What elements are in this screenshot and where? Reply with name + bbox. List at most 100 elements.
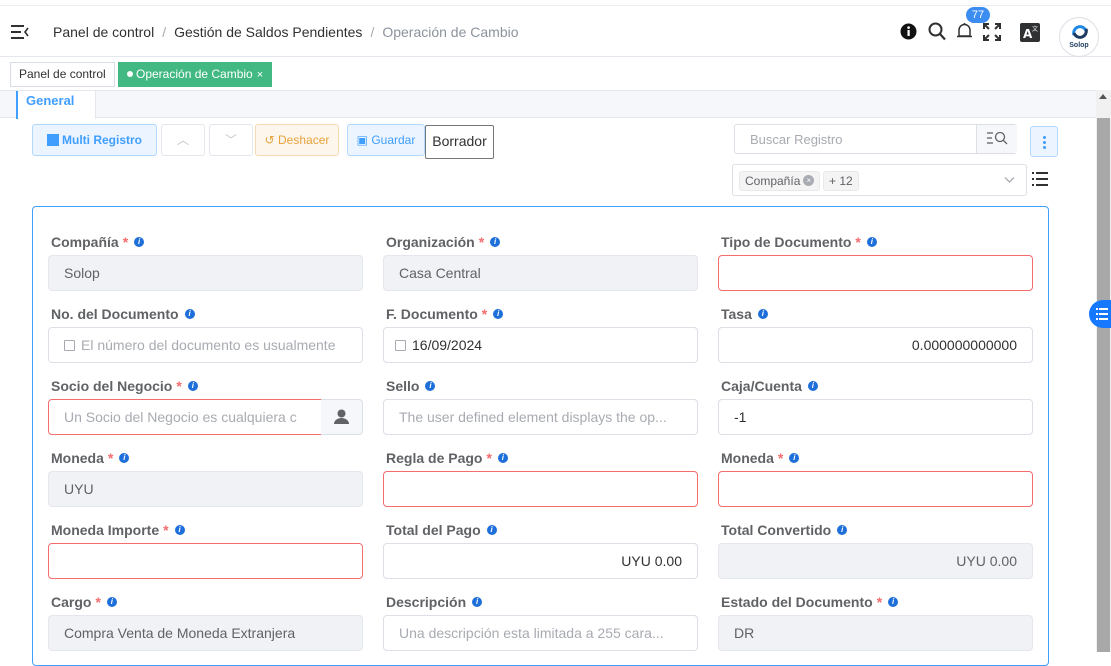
description-label: Descripción i [386,594,483,610]
info-icon[interactable]: i [134,237,145,247]
side-panel-toggle[interactable] [1089,300,1111,328]
undo-button[interactable]: ↺ Deshacer [255,124,339,156]
doc-no-label: No. del Documento i [51,306,195,322]
company-field: Solop [48,255,363,291]
scrollbar[interactable] [1096,90,1111,652]
tag-exchange-operation[interactable]: Operación de Cambio × [118,62,273,87]
currency-label: Moneda * i [51,450,130,466]
bell-icon[interactable] [956,22,973,41]
chevron-down-icon: ﹀ [224,133,237,147]
calendar-icon [395,339,406,351]
chevron-up-icon: ︿ [176,133,189,147]
bpartner-input[interactable]: Un Socio del Negocio es cualquiera c [48,399,322,435]
info-icon[interactable]: i [187,381,198,391]
undo-icon: ↺ [264,133,279,147]
currency-field: UYU [48,471,363,507]
currency2-select[interactable] [718,471,1033,507]
previous-record-button[interactable]: ︿ [161,124,205,156]
breadcrumb: Panel de control / Gestión de Saldos Pendi… [53,24,519,40]
amount-currency-select[interactable] [48,543,363,579]
info-icon[interactable]: i [837,525,848,535]
stamp-input[interactable]: The user defined element displays the op… [383,399,698,435]
undo-label: Deshacer [278,133,330,147]
menu-toggle-icon[interactable] [11,24,29,40]
svg-text:文: 文 [1032,25,1038,33]
app-header: Panel de control / Gestión de Saldos Pendi… [0,7,1111,57]
info-icon[interactable]: i [789,453,800,463]
info-icon[interactable]: i [807,381,818,391]
info-icon[interactable]: i [486,525,497,535]
doc-date-label: F. Documento * i [386,306,504,322]
chip-close-icon[interactable]: × [803,175,815,187]
info-icon[interactable]: i [472,597,483,607]
doc-type-select[interactable] [718,255,1033,291]
filter-select[interactable]: Compañía × + 12 [732,164,1027,196]
cash-account-label: Caja/Cuenta i [721,378,818,394]
info-icon[interactable]: i [184,309,195,319]
language-icon[interactable]: A 文 [1020,23,1040,42]
doc-status-label: Estado del Documento * i [721,594,899,610]
search-button[interactable] [976,125,1017,153]
info-icon[interactable]: i [888,597,899,607]
charge-label: Cargo * i [51,594,117,610]
doc-date-input[interactable]: 16/09/2024 [383,327,698,363]
save-label: Guardar [371,133,416,147]
save-icon: ▣ [356,133,372,147]
rate-input[interactable]: 0.000000000000 [718,327,1033,363]
breadcrumb-item-dashboard[interactable]: Panel de control [53,24,154,40]
amount-currency-label: Moneda Importe * i [51,522,185,538]
info-icon[interactable]: i [493,309,504,319]
avatar-label: Solop [1069,42,1089,49]
info-icon[interactable]: i [490,237,501,247]
cash-account-input[interactable]: -1 [718,399,1033,435]
next-record-button[interactable]: ﹀ [209,124,253,156]
scroll-thumb[interactable] [1097,118,1110,652]
fullscreen-icon[interactable] [983,23,1001,41]
more-options-button[interactable] [1030,126,1058,157]
user-icon [334,409,349,424]
filter-chip-more: + 12 [823,171,859,191]
total-converted-field: UYU 0.00 [718,543,1033,579]
close-tag-icon[interactable]: × [257,69,263,81]
tag-dashboard-label: Panel de control [19,67,106,81]
payment-rule-select[interactable] [383,471,698,507]
info-icon[interactable]: i [106,597,117,607]
multi-record-label: Multi Registro [62,133,142,147]
info-icon[interactable]: i [119,453,130,463]
rate-label: Tasa i [721,306,768,322]
info-icon[interactable]: i [497,453,508,463]
tab-general[interactable]: General [16,91,96,119]
notification-badge: 77 [966,7,990,23]
stamp-label: Sello i [386,378,436,394]
top-edge [0,0,1111,6]
breadcrumb-item-balances[interactable]: Gestión de Saldos Pendientes [174,24,362,40]
filter-chip-label: Compañía [745,174,801,188]
description-input[interactable]: Una descripción esta limitada a 255 cara… [383,615,698,651]
info-icon[interactable]: i [425,381,436,391]
save-button[interactable]: ▣ Guardar [347,124,425,156]
info-icon[interactable]: i [757,309,768,319]
search-box [734,124,1017,154]
info-icon[interactable] [900,23,917,40]
chevron-down-icon [1004,177,1015,183]
payment-rule-label: Regla de Pago * i [386,450,508,466]
list-icon [1096,308,1108,320]
bpartner-search-button[interactable] [321,399,363,435]
organization-label: Organización * i [386,234,501,250]
company-label: Compañía * i [51,234,145,250]
doc-no-input[interactable]: El número del documento es usualmente [48,327,363,363]
tag-dashboard[interactable]: Panel de control [10,62,115,87]
search-icon[interactable] [928,22,946,41]
list-view-icon[interactable] [1032,171,1048,187]
bpartner-label: Socio del Negocio * i [51,378,198,394]
currency2-label: Moneda * i [721,450,800,466]
total-payment-input[interactable]: UYU 0.00 [383,543,698,579]
info-icon[interactable]: i [174,525,185,535]
search-input[interactable] [736,125,976,153]
avatar[interactable]: Solop [1059,17,1099,57]
table-icon [47,133,59,146]
draft-button[interactable]: Borrador [425,125,494,159]
scroll-up-arrow-icon[interactable] [1099,94,1107,99]
info-icon[interactable]: i [866,237,877,247]
multi-record-button[interactable]: Multi Registro [32,124,157,156]
